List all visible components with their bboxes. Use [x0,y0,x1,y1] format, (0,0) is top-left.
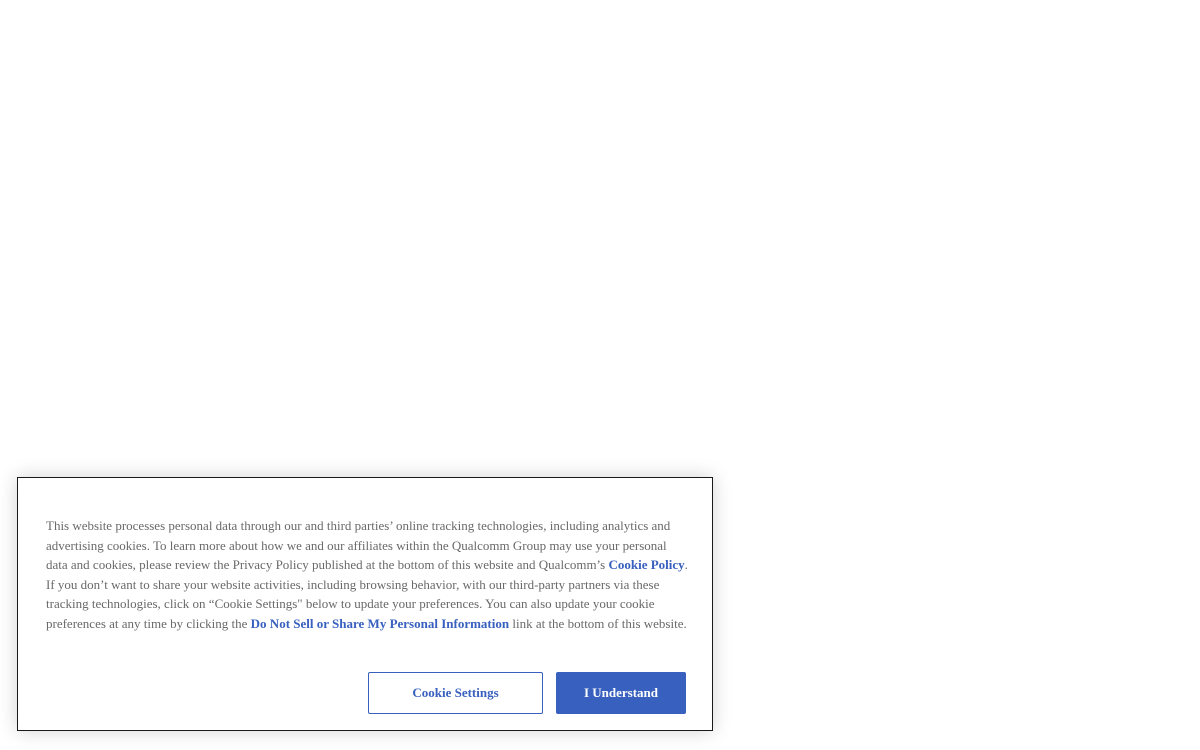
accept-cookies-button[interactable]: I Understand [556,672,686,714]
cookie-notice-text-part-3: link at the bottom of this website. [509,615,687,631]
page: This website processes personal data thr… [0,0,1200,750]
do-not-sell-link[interactable]: Do Not Sell or Share My Personal Informa… [251,616,509,631]
cookie-settings-button[interactable]: Cookie Settings [368,672,543,714]
cookie-notice-text-part-1: This website processes personal data thr… [46,518,671,572]
cookie-notice-text: This website processes personal data thr… [46,516,691,633]
cookie-consent-banner: This website processes personal data thr… [17,477,713,731]
cookie-policy-link[interactable]: Cookie Policy [608,557,684,572]
